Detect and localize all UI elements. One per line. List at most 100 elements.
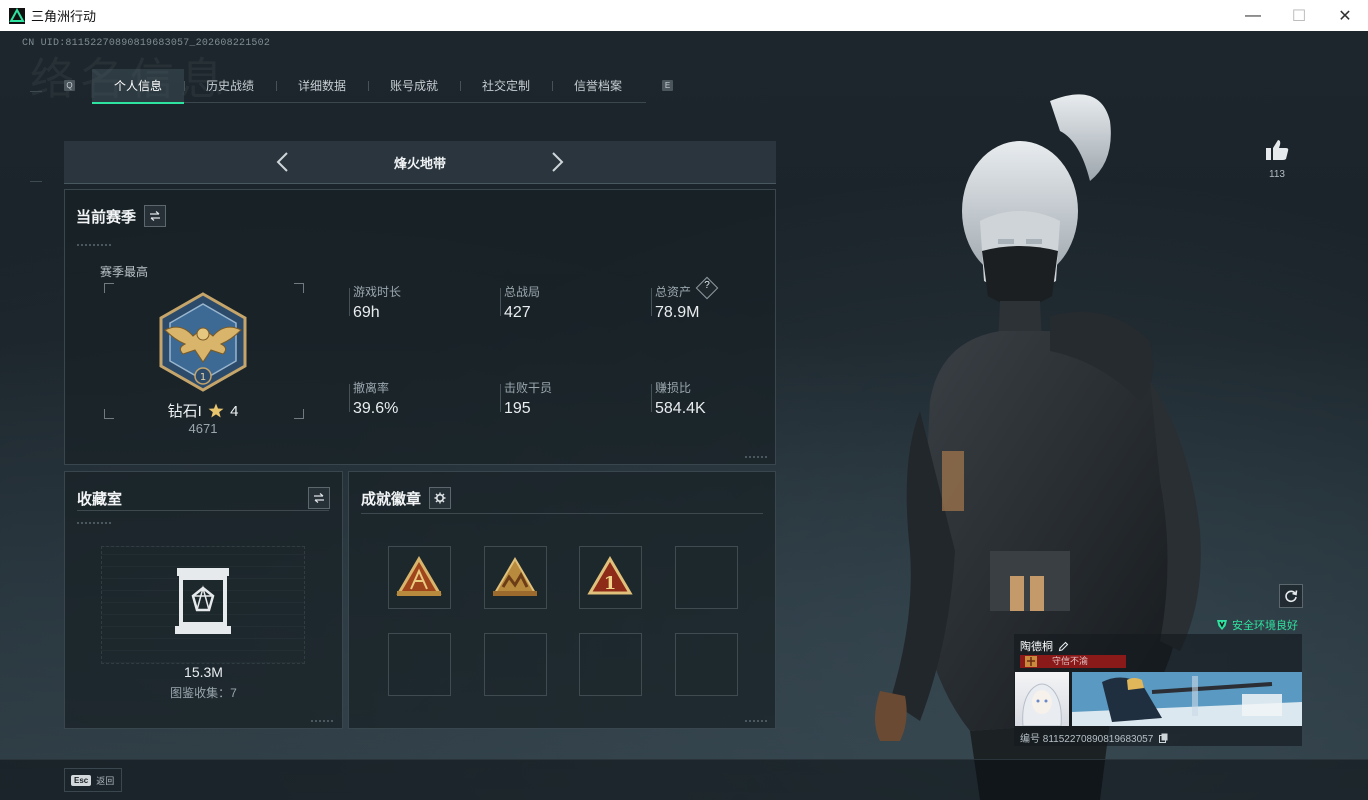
stat-divider (349, 288, 350, 316)
player-avatar[interactable] (1015, 672, 1069, 726)
player-card[interactable]: 陶德桐 守信不渝 (1014, 634, 1302, 746)
mode-selector: 烽火地带 (64, 141, 776, 184)
achievement-badge-slot[interactable]: 1 (579, 546, 642, 609)
refresh-icon (1285, 590, 1298, 603)
achievement-badge-slot-empty[interactable] (675, 546, 738, 609)
maximize-button[interactable]: ☐ (1276, 0, 1322, 31)
collection-count: 图鉴收集：7 (170, 686, 237, 700)
app-logo-icon (9, 7, 25, 24)
bottom-bar: Esc 返回 (0, 759, 1368, 800)
minimize-button[interactable]: — (1230, 0, 1276, 31)
swap-icon (150, 211, 160, 221)
collection-title: 收藏室 (77, 491, 123, 508)
divider (361, 513, 763, 514)
achievement-badge-icon (493, 557, 537, 596)
tab-account-achievements[interactable]: 账号成就 (368, 69, 460, 102)
edit-pencil-icon[interactable] (1058, 641, 1069, 652)
mode-label: 烽火地带 (393, 156, 446, 171)
achievements-settings-button[interactable] (429, 487, 451, 509)
mode-next-arrow-icon[interactable] (547, 151, 567, 173)
player-id-row: 编号 8115227089081968​3057 (1020, 730, 1168, 745)
credit-rank-bar: 守信不渝 (1020, 655, 1126, 668)
safety-status-text: 安全环境良好 (1232, 620, 1298, 632)
stat-label-extract-rate: 撤离率 (353, 381, 390, 395)
stat-divider (349, 384, 350, 412)
stat-value-playtime: 69h (353, 304, 380, 321)
stat-divider (500, 384, 501, 412)
stat-label-profit-ratio: 赚损比 (655, 381, 692, 395)
stat-value-extract-rate: 39.6% (353, 400, 399, 417)
achievement-badge-slot-empty[interactable] (675, 633, 738, 696)
frame-corner (294, 283, 304, 293)
rank-score: 4671 (188, 421, 218, 436)
rank-name: 钻石I (167, 403, 202, 420)
banner-artwork-icon (1072, 672, 1302, 726)
stat-divider (651, 288, 652, 316)
diamond-rank-emblem-icon: 1 (159, 292, 247, 392)
achievements-panel: 成就徽章 1 (348, 471, 776, 729)
decor-tick (30, 181, 42, 182)
decor-dashes (77, 522, 113, 524)
refresh-button[interactable] (1279, 584, 1303, 608)
season-title: 当前赛季 (76, 209, 137, 226)
star-icon (208, 403, 224, 418)
season-panel: 当前赛季 赛季最高 1 钻石I 4 4671 游戏时长 69h 总战局 427 … (64, 189, 776, 465)
swap-icon (314, 493, 324, 503)
season-switch-button[interactable] (144, 205, 166, 227)
tab-personal-info[interactable]: 个人信息 (92, 69, 184, 104)
display-case-icon (175, 568, 231, 634)
stat-value-operators-defeated: 195 (504, 400, 531, 417)
tab-history[interactable]: 历史战绩 (184, 69, 276, 102)
stat-value-profit-ratio: 584.4K (655, 400, 706, 417)
thumbs-up-icon[interactable] (1264, 138, 1290, 162)
achievement-badge-slot[interactable] (484, 546, 547, 609)
tab-social-custom[interactable]: 社交定制 (460, 69, 552, 102)
decor-dashes (745, 456, 769, 458)
tab-next-key[interactable]: E (662, 80, 673, 91)
achievement-badge-slot-empty[interactable] (484, 633, 547, 696)
gear-icon (434, 492, 446, 504)
stat-divider (651, 384, 652, 412)
achievement-badge-slot-empty[interactable] (579, 633, 642, 696)
divider (77, 510, 329, 511)
shield-icon (1217, 620, 1227, 630)
like-count: 113 (1269, 169, 1285, 180)
achievement-badge-icon: 1 (587, 556, 633, 595)
copy-icon[interactable] (1159, 733, 1168, 743)
stat-label-playtime: 游戏时长 (353, 285, 402, 299)
player-banner[interactable] (1072, 672, 1302, 726)
decor-dashes (77, 244, 113, 246)
achievement-badge-slot-empty[interactable] (388, 633, 451, 696)
svg-text:1: 1 (200, 372, 206, 383)
uid-label: CN UID:8115227089081968​3057_20260822150… (22, 38, 271, 49)
achievement-badge-slot[interactable] (388, 546, 451, 609)
player-id: 编号 8115227089081968​3057 (1020, 734, 1154, 745)
tab-detailed-data[interactable]: 详细数据 (276, 69, 368, 102)
stat-label-operators-defeated: 击败干员 (504, 381, 553, 395)
close-button[interactable]: ✕ (1322, 0, 1368, 31)
collection-panel[interactable]: 收藏室 15.3M 图鉴收集：7 (64, 471, 343, 729)
back-label: 返回 (96, 775, 115, 786)
collection-switch-button[interactable] (308, 487, 330, 509)
avatar-portrait-icon (1022, 683, 1062, 726)
game-viewport: 络名信息 CN UID:8115227089081968​3057_202608… (0, 31, 1368, 800)
help-icon-glyph: ? (704, 280, 710, 291)
tab-credit-file[interactable]: 信誉档案 (552, 69, 644, 102)
window-titlebar: 三角洲行动 — ☐ ✕ (0, 0, 1368, 32)
collection-value: 15.3M (184, 664, 223, 680)
player-name-row: 陶德桐 (1020, 638, 1069, 654)
stat-label-total-assets: 总资产 (655, 285, 692, 299)
achievement-badge-icon (396, 556, 442, 596)
svg-text:1: 1 (604, 573, 617, 594)
decor-dashes (745, 720, 769, 722)
back-button[interactable]: Esc 返回 (64, 768, 122, 792)
tab-prev-key[interactable]: Q (64, 80, 75, 91)
tab-bar: 个人信息 历史战绩 详细数据 账号成就 社交定制 信誉档案 (92, 69, 646, 104)
decor-dashes (311, 720, 335, 722)
safety-status: 安全环境良好 (1216, 617, 1298, 633)
credit-rank-text: 守信不渝 (1052, 656, 1089, 666)
stat-value-total-assets: 78.9M (655, 304, 700, 321)
frame-corner (104, 283, 114, 293)
stat-label-total-matches: 总战局 (504, 285, 541, 299)
credit-rank-emblem-icon (1025, 656, 1037, 667)
